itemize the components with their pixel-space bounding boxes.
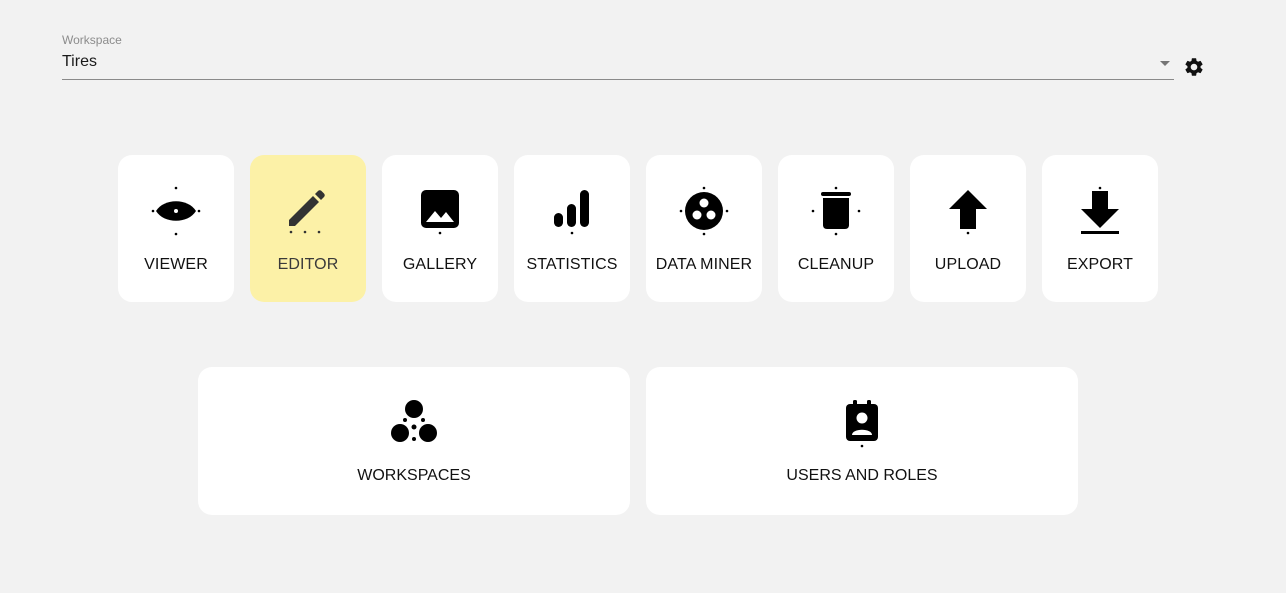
eye-icon <box>151 186 201 236</box>
workspace-select[interactable]: Workspace Tires <box>62 33 1174 80</box>
card-label: WORKSPACES <box>357 467 471 484</box>
pencil-icon <box>289 190 325 234</box>
card-label: USERS AND ROLES <box>786 467 938 484</box>
tile-viewer[interactable]: VIEWER <box>118 155 234 302</box>
tile-data-miner[interactable]: DATA MINER <box>646 155 762 302</box>
upload-arrow-icon <box>949 190 987 235</box>
gear-icon[interactable] <box>1183 56 1205 78</box>
tile-gallery[interactable]: GALLERY <box>382 155 498 302</box>
tile-cleanup[interactable]: CLEANUP <box>778 155 894 302</box>
download-arrow-icon <box>1081 186 1119 234</box>
bar-chart-icon <box>554 190 589 235</box>
user-badge-icon <box>846 400 878 448</box>
data-miner-icon <box>679 186 729 236</box>
trash-icon <box>811 186 861 236</box>
card-users-and-roles[interactable]: USERS AND ROLES <box>646 367 1078 515</box>
tile-upload[interactable]: UPLOAD <box>910 155 1026 302</box>
workspace-label: Workspace <box>62 33 122 47</box>
tile-editor[interactable]: EDITOR <box>250 155 366 302</box>
image-icon <box>421 190 459 235</box>
tile-label: DATA MINER <box>655 256 753 273</box>
admin-cards: WORKSPACES USERS AND ROLES <box>198 367 1078 515</box>
workspace-value[interactable]: Tires <box>62 53 97 71</box>
card-workspaces[interactable]: WORKSPACES <box>198 367 630 515</box>
tile-label: CLEANUP <box>797 256 875 273</box>
tile-label: GALLERY <box>402 256 478 273</box>
tile-export[interactable]: EXPORT <box>1042 155 1158 302</box>
workspaces-icon <box>391 400 437 442</box>
app-tiles: VIEWER EDITOR GALLERY STATISTICS DATA MI… <box>118 155 1158 302</box>
caret-down-icon[interactable] <box>1160 61 1170 66</box>
tile-label: UPLOAD <box>934 256 1002 273</box>
tile-label: VIEWER <box>144 256 208 273</box>
tile-label: EXPORT <box>1066 256 1134 273</box>
tile-statistics[interactable]: STATISTICS <box>514 155 630 302</box>
tile-label: STATISTICS <box>526 256 618 273</box>
tile-label: EDITOR <box>277 256 339 273</box>
home-page: Workspace Tires VIEWER EDITOR GALLERY ST… <box>0 0 1286 593</box>
